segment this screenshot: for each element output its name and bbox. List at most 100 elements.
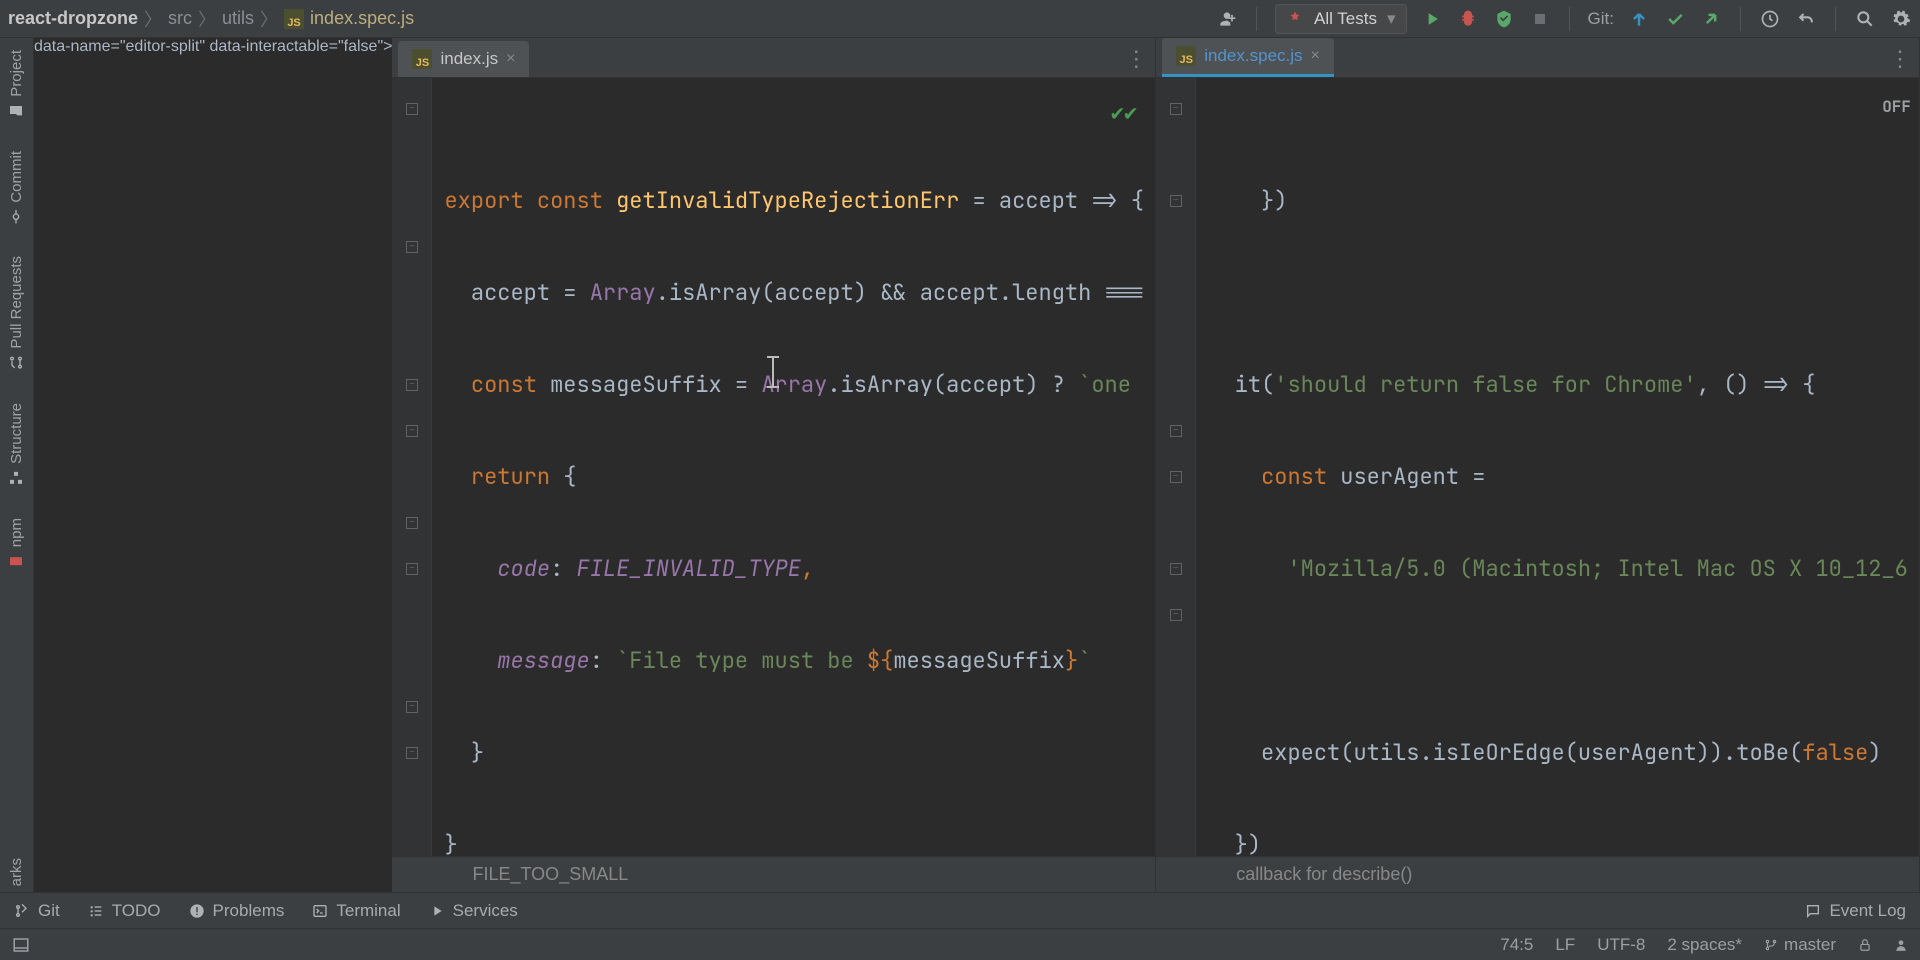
status-line-ending[interactable]: LF: [1555, 935, 1575, 955]
tab-index-js[interactable]: JS index.js ×: [398, 41, 529, 77]
history-icon[interactable]: [1759, 8, 1781, 30]
code-token: expect(utils.isIeOrEdge(userAgent)).toBe…: [1208, 738, 1802, 767]
status-git-branch[interactable]: master: [1764, 935, 1836, 955]
tool-services[interactable]: Services: [429, 901, 518, 921]
breadcrumb-file[interactable]: JS index.spec.js: [284, 8, 414, 29]
code-token: const: [537, 186, 603, 215]
tool-label: Commit: [8, 151, 25, 203]
tool-label: Git: [38, 901, 60, 921]
separator: [1740, 7, 1741, 31]
tool-structure[interactable]: Structure: [8, 397, 25, 492]
tool-git[interactable]: Git: [14, 901, 60, 921]
code-token: .isArray(accept) && accept.length ===: [656, 278, 1144, 307]
chevron-right-icon: 〉: [260, 6, 278, 32]
code-area-right[interactable]: − − − − − − OFF }) it('should return fal…: [1156, 78, 1919, 856]
kebab-menu-icon[interactable]: ⋮: [1125, 46, 1147, 72]
tool-label: Event Log: [1829, 901, 1906, 921]
breadcrumb-project[interactable]: react-dropzone: [8, 8, 138, 29]
tool-label: Structure: [8, 403, 25, 464]
tool-project[interactable]: Project: [8, 44, 25, 125]
search-icon[interactable]: [1854, 8, 1876, 30]
inspection-ok-icon[interactable]: ✔✔: [1111, 90, 1138, 136]
fold-toggle-icon[interactable]: −: [406, 241, 418, 253]
tool-problems[interactable]: Problems: [189, 901, 285, 921]
code-area-left[interactable]: − − − − − − − − ✔✔ export cons: [392, 78, 1155, 856]
code-token: getInvalidTypeRejectionErr: [616, 186, 959, 215]
editor-pane-right: JS index.spec.js × ⋮ − − − −: [1156, 38, 1920, 892]
tab-label: index.spec.js: [1204, 46, 1302, 66]
tool-window-toggle-icon[interactable]: [12, 936, 30, 954]
run-configuration-selector[interactable]: All Tests ▾: [1275, 4, 1407, 34]
git-push-button[interactable]: [1700, 8, 1722, 30]
code-token: it(: [1208, 370, 1274, 399]
gutter[interactable]: − − − − − − − −: [392, 78, 432, 856]
gutter[interactable]: − − − − − −: [1156, 78, 1196, 856]
status-lock-icon[interactable]: [1858, 938, 1872, 952]
code-token: }: [444, 738, 484, 767]
tool-pull-requests[interactable]: Pull Requests: [8, 250, 25, 377]
run-config-label: All Tests: [1314, 9, 1377, 29]
chevron-down-icon: ▾: [1387, 9, 1396, 29]
kebab-menu-icon[interactable]: ⋮: [1889, 46, 1911, 72]
chevron-right-icon: 〉: [198, 6, 216, 32]
fold-toggle-icon[interactable]: −: [406, 425, 418, 437]
fold-toggle-icon[interactable]: −: [1170, 563, 1182, 575]
tool-bookmarks[interactable]: arks: [8, 852, 25, 892]
fold-toggle-icon[interactable]: −: [1170, 471, 1182, 483]
toolbar-controls: All Tests ▾ Git:: [1216, 4, 1912, 34]
code-token: userAgent =: [1327, 462, 1485, 491]
fold-toggle-icon[interactable]: −: [406, 747, 418, 759]
status-caret-position[interactable]: 74:5: [1500, 935, 1533, 955]
fold-toggle-icon[interactable]: −: [1170, 195, 1182, 207]
close-icon[interactable]: ×: [506, 50, 515, 68]
fold-toggle-icon[interactable]: −: [406, 103, 418, 115]
code-token: message: [497, 646, 589, 675]
rollback-icon[interactable]: [1795, 8, 1817, 30]
debug-button[interactable]: [1457, 8, 1479, 30]
code-token: }): [1208, 830, 1261, 856]
run-button[interactable]: [1421, 8, 1443, 30]
close-icon[interactable]: ×: [1311, 47, 1320, 65]
code-content[interactable]: OFF }) it('should return false for Chrom…: [1196, 78, 1919, 856]
breadcrumb: react-dropzone 〉 src 〉 utils 〉 JS index.…: [8, 6, 414, 32]
code-token: [444, 554, 497, 583]
fold-toggle-icon[interactable]: −: [1170, 425, 1182, 437]
fold-toggle-icon[interactable]: −: [406, 517, 418, 529]
coverage-button[interactable]: [1493, 8, 1515, 30]
code-token: ,: [801, 554, 814, 583]
git-update-button[interactable]: [1628, 8, 1650, 30]
git-commit-button[interactable]: [1664, 8, 1686, 30]
tab-index-spec-js[interactable]: JS index.spec.js ×: [1162, 38, 1334, 77]
tool-label: Project: [8, 50, 25, 97]
code-token: messageSuffix =: [537, 370, 761, 399]
fold-toggle-icon[interactable]: −: [406, 563, 418, 575]
code-token: false: [1802, 738, 1868, 767]
status-indent[interactable]: 2 spaces*: [1667, 935, 1742, 955]
fold-toggle-icon[interactable]: −: [406, 701, 418, 713]
code-token: accept =: [444, 278, 589, 307]
code-content[interactable]: ✔✔ export const getInvalidTypeRejectionE…: [432, 78, 1155, 856]
fold-toggle-icon[interactable]: −: [406, 379, 418, 391]
tool-label: arks: [8, 858, 25, 886]
fold-toggle-icon[interactable]: −: [1170, 609, 1182, 621]
user-add-icon[interactable]: [1216, 8, 1238, 30]
code-token: :: [550, 554, 576, 583]
fold-toggle-icon[interactable]: −: [1170, 103, 1182, 115]
tool-event-log[interactable]: Event Log: [1805, 901, 1906, 921]
tool-npm[interactable]: npm: [8, 512, 25, 575]
code-token: const: [1261, 462, 1327, 491]
stop-button[interactable]: [1529, 8, 1551, 30]
inspection-off-badge[interactable]: OFF: [1882, 84, 1911, 130]
branch-label: master: [1784, 935, 1836, 955]
tool-commit[interactable]: Commit: [8, 145, 25, 231]
status-encoding[interactable]: UTF-8: [1597, 935, 1645, 955]
breadcrumb-folder[interactable]: utils: [222, 8, 254, 29]
status-profile-icon[interactable]: [1894, 938, 1908, 952]
code-token: = accept => {: [959, 186, 1144, 215]
breadcrumb-folder[interactable]: src: [168, 8, 192, 29]
settings-icon[interactable]: [1890, 8, 1912, 30]
js-file-icon: JS: [284, 9, 304, 29]
tool-terminal[interactable]: Terminal: [312, 901, 400, 921]
tool-label: Services: [453, 901, 518, 921]
tool-todo[interactable]: TODO: [88, 901, 161, 921]
